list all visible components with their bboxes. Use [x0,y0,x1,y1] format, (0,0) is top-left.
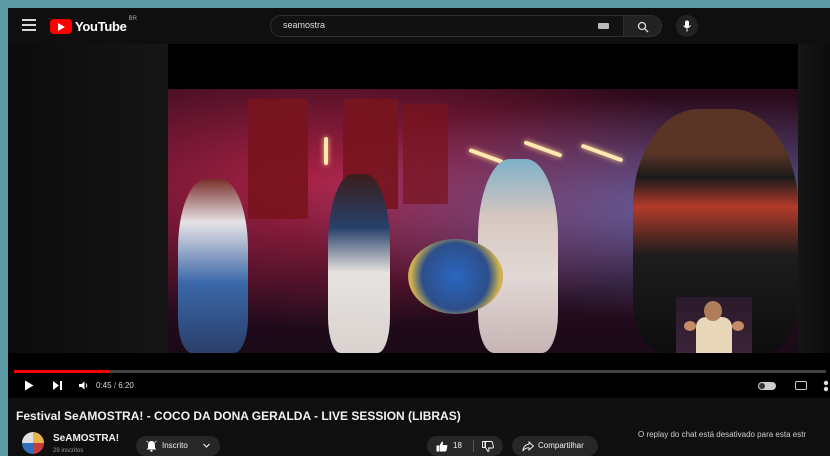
subscribe-button[interactable]: Inscrito [136,436,220,456]
interpreter-hand [684,321,696,331]
musician [328,174,390,353]
channel-avatar[interactable] [22,432,44,454]
autoplay-toggle-icon[interactable] [758,382,776,390]
search-input-value: seamostra [283,20,326,30]
drum [408,239,503,314]
time-separator: / [113,381,117,390]
current-time: 0:45 [96,381,112,390]
like-dislike-group: 18 [427,436,503,456]
studio-panel [248,99,308,219]
subscribe-button-label: Inscrito [162,441,188,450]
channel-name[interactable]: SeAMOSTRA! [53,433,119,444]
interpreter-body [696,317,732,353]
like-count: 18 [453,441,462,450]
search-icon [637,21,649,33]
search-button[interactable] [624,15,662,37]
sign-language-interpreter [676,297,752,353]
chevron-down-icon [203,443,210,448]
menu-icon[interactable] [22,19,36,31]
share-button-label: Compartilhar [538,441,584,450]
interpreter-head [704,301,722,321]
share-icon [522,441,534,452]
voice-search-button[interactable] [676,15,698,37]
youtube-logo[interactable]: YouTube BR [50,16,137,35]
video-title: Festival SeAMOSTRA! - COCO DA DONA GERAL… [16,409,461,423]
progress-bar[interactable] [14,370,826,373]
thumbs-down-icon [482,441,494,452]
logo-country: BR [128,16,137,22]
youtube-logo-icon [50,18,72,34]
chat-replay-notice: O replay do chat está desativado para es… [638,430,807,439]
thumbs-up-icon [436,441,448,452]
player-controls: 0:45 / 6:20 [8,378,830,398]
interpreter-hand [732,321,744,331]
studio-panel [403,104,448,204]
neon-light [468,147,504,165]
captions-icon[interactable] [795,381,807,390]
neon-light [580,143,624,163]
settings-icon[interactable] [823,380,829,392]
logo-text: YouTube [75,18,127,34]
mic-icon [683,20,691,32]
bell-icon [146,440,157,452]
browser-window: YouTube BR seamostra 0:45 / 6:20 Festiva… [8,8,830,456]
volume-icon[interactable] [78,380,89,391]
top-bar: YouTube BR seamostra [8,8,830,44]
neon-light [324,137,328,165]
progress-bar-fill [14,370,110,373]
player-letterbox-left [8,44,168,353]
keyboard-icon[interactable] [598,23,609,29]
like-button[interactable]: 18 [427,436,473,456]
player-letterbox-right [798,44,830,353]
subscriber-count: 29 inscritos [53,448,84,454]
video-frame[interactable] [168,89,798,353]
neon-light [523,140,563,158]
video-player[interactable]: 0:45 / 6:20 [8,44,830,398]
time-display: 0:45 / 6:20 [96,381,134,390]
share-button[interactable]: Compartilhar [512,436,598,456]
duration: 6:20 [118,381,134,390]
dislike-button[interactable] [474,436,503,456]
search-input[interactable]: seamostra [270,15,624,37]
next-icon[interactable] [52,380,63,391]
musician [178,179,248,353]
play-icon[interactable] [24,380,34,391]
